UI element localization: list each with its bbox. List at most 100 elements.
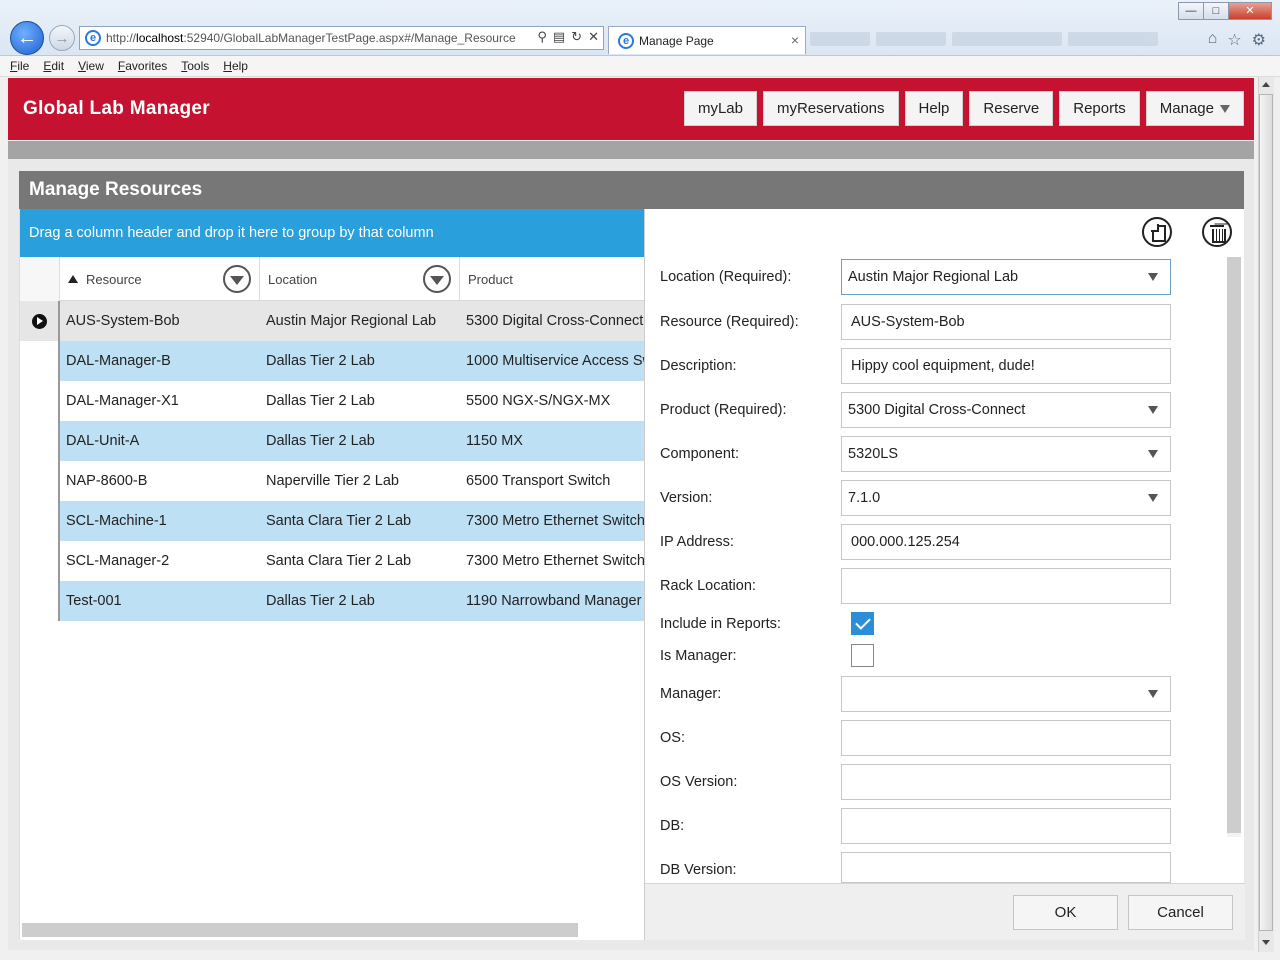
new-document-icon[interactable] — [1142, 217, 1172, 247]
table-row[interactable]: DAL-Manager-X1 Dallas Tier 2 Lab 5500 NG… — [20, 381, 645, 421]
cell-location: Austin Major Regional Lab — [266, 313, 437, 329]
menu-tools[interactable]: Tools — [181, 59, 209, 73]
cell-resource: SCL-Machine-1 — [66, 513, 167, 529]
cell-location: Naperville Tier 2 Lab — [266, 473, 399, 489]
scroll-up-icon[interactable] — [1262, 82, 1270, 87]
row-indicator — [20, 421, 60, 461]
component-value: 5320LS — [848, 446, 898, 462]
form-footer: OK Cancel — [645, 883, 1245, 940]
table-row[interactable]: SCL-Machine-1 Santa Clara Tier 2 Lab 730… — [20, 501, 645, 541]
cell-resource: Test-001 — [66, 593, 122, 609]
row-indicator-header — [20, 257, 60, 301]
column-header-location[interactable]: Location — [260, 257, 460, 301]
table-row[interactable]: SCL-Manager-2 Santa Clara Tier 2 Lab 730… — [20, 541, 645, 581]
app-header: Global Lab Manager myLab myReservations … — [8, 78, 1254, 140]
star-icon[interactable]: ☆ — [1227, 30, 1241, 50]
cell-product: 1190 Narrowband Manager — [466, 593, 642, 609]
cell-product: 5300 Digital Cross-Connect — [466, 313, 644, 329]
menu-view[interactable]: View — [78, 59, 104, 73]
browser-chrome: ← → e http://localhost:52940/GlobalLabMa… — [0, 0, 1280, 56]
nav-reserve-button[interactable]: Reserve — [969, 91, 1054, 126]
tab-close-icon[interactable]: × — [791, 32, 799, 48]
table-row[interactable]: DAL-Unit-A Dallas Tier 2 Lab 1150 MX — [20, 421, 645, 461]
db-label: DB: — [660, 818, 685, 834]
db-input[interactable] — [841, 808, 1171, 844]
app-title: Global Lab Manager — [23, 98, 210, 119]
column-header-label: Resource — [86, 271, 142, 287]
os-version-input[interactable] — [841, 764, 1171, 800]
nav-myreservations-button[interactable]: myReservations — [762, 91, 899, 126]
maximize-icon[interactable]: □ — [1203, 2, 1229, 20]
column-header-label: Location — [268, 271, 318, 287]
version-dropdown[interactable]: 7.1.0 — [841, 480, 1171, 516]
row-indicator — [20, 501, 60, 541]
row-indicator — [20, 461, 60, 501]
menu-file[interactable]: File — [10, 59, 29, 73]
panel-header: Manage Resources — [19, 171, 1244, 209]
table-row[interactable]: NAP-8600-B Naperville Tier 2 Lab 6500 Tr… — [20, 461, 645, 501]
row-indicator — [20, 381, 60, 421]
manager-label: Manager: — [660, 686, 722, 702]
rack-input[interactable] — [841, 568, 1171, 604]
component-dropdown[interactable]: 5320LS — [841, 436, 1171, 472]
cell-product: 5500 NGX-S/NGX-MX — [466, 393, 611, 409]
ip-input[interactable]: 000.000.125.254 — [841, 524, 1171, 560]
include-reports-checkbox[interactable] — [851, 612, 874, 635]
url-text[interactable]: http://localhost:52940/GlobalLabManagerT… — [106, 31, 516, 45]
description-input[interactable]: Hippy cool equipment, dude! — [841, 348, 1171, 384]
row-indicator — [20, 301, 60, 341]
address-bar[interactable]: e http://localhost:52940/GlobalLabManage… — [79, 26, 604, 50]
cell-product: 1000 Multiservice Access Switch — [466, 353, 645, 369]
chevron-down-icon — [1148, 494, 1158, 502]
grid-horizontal-scrollbar[interactable] — [22, 923, 578, 937]
tab-manage-page[interactable]: e Manage Page × — [608, 26, 806, 54]
compat-view-icon[interactable]: ▤ — [553, 29, 565, 45]
table-row[interactable]: AUS-System-Bob Austin Major Regional Lab… — [20, 301, 645, 341]
column-header-resource[interactable]: Resource — [60, 257, 260, 301]
menu-favorites[interactable]: Favorites — [118, 59, 167, 73]
nav-mylab-button[interactable]: myLab — [683, 91, 757, 126]
home-icon[interactable]: ⌂ — [1208, 30, 1218, 50]
nav-reports-button[interactable]: Reports — [1059, 91, 1140, 126]
minimize-icon[interactable]: — — [1178, 2, 1204, 20]
is-manager-checkbox[interactable] — [851, 644, 874, 667]
location-dropdown[interactable]: Austin Major Regional Lab — [841, 259, 1171, 295]
os-input[interactable] — [841, 720, 1171, 756]
manager-dropdown[interactable] — [841, 676, 1171, 712]
column-header-product[interactable]: Product — [460, 257, 645, 301]
resource-input[interactable]: AUS-System-Bob — [841, 304, 1171, 340]
table-row[interactable]: Test-001 Dallas Tier 2 Lab 1190 Narrowba… — [20, 581, 645, 621]
filter-icon[interactable] — [223, 265, 251, 293]
nav-manage-button[interactable]: Manage — [1145, 91, 1244, 126]
include-reports-label: Include in Reports: — [660, 616, 781, 632]
window-controls: — □ ✕ — [1178, 2, 1272, 20]
cell-resource: DAL-Unit-A — [66, 433, 140, 449]
chevron-down-icon — [1148, 690, 1158, 698]
search-icon[interactable]: ⚲ — [537, 29, 547, 45]
trash-icon[interactable] — [1202, 217, 1232, 247]
product-dropdown[interactable]: 5300 Digital Cross-Connect — [841, 392, 1171, 428]
current-row-icon — [32, 314, 47, 329]
menu-help[interactable]: Help — [223, 59, 248, 73]
window-close-icon[interactable]: ✕ — [1228, 2, 1272, 20]
filter-icon[interactable] — [423, 265, 451, 293]
ok-button[interactable]: OK — [1013, 895, 1118, 930]
nav-help-button[interactable]: Help — [904, 91, 964, 126]
favorites-bar — [810, 28, 1190, 50]
forward-button[interactable]: → — [49, 25, 75, 51]
row-indicator — [20, 541, 60, 581]
group-by-panel[interactable]: Drag a column header and drop it here to… — [20, 209, 645, 257]
back-button[interactable]: ← — [10, 21, 44, 55]
db-version-input[interactable] — [841, 852, 1171, 883]
table-row[interactable]: DAL-Manager-B Dallas Tier 2 Lab 1000 Mul… — [20, 341, 645, 381]
stop-icon[interactable]: ✕ — [588, 29, 599, 45]
gear-icon[interactable]: ⚙ — [1252, 30, 1266, 50]
is-manager-label: Is Manager: — [660, 648, 737, 664]
form-scrollbar-thumb[interactable] — [1227, 257, 1241, 833]
page-scrollbar-thumb[interactable] — [1259, 94, 1273, 931]
cell-location: Santa Clara Tier 2 Lab — [266, 553, 412, 569]
menu-edit[interactable]: Edit — [43, 59, 64, 73]
refresh-icon[interactable]: ↻ — [571, 29, 582, 45]
scroll-down-icon[interactable] — [1262, 940, 1270, 945]
cancel-button[interactable]: Cancel — [1128, 895, 1233, 930]
